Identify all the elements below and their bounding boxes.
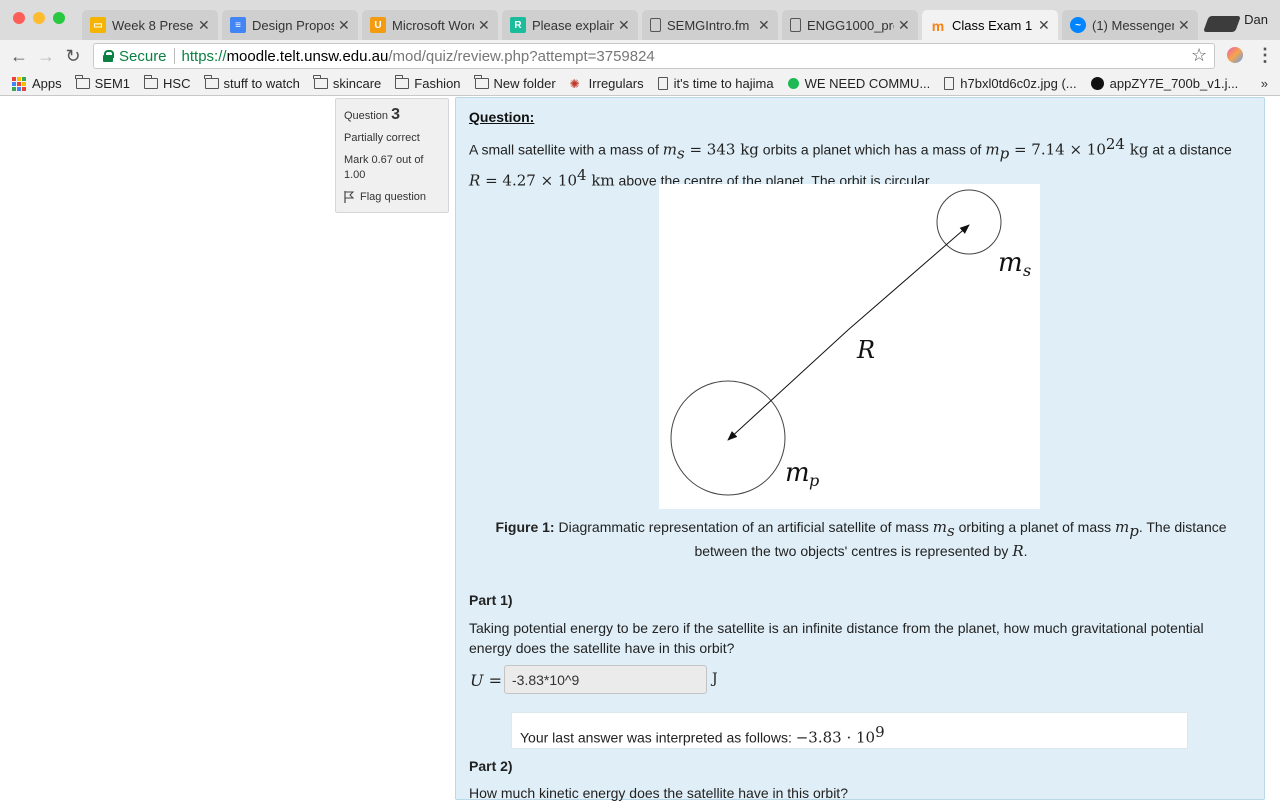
google-slides-icon: ▭ bbox=[90, 17, 106, 33]
bookmark-folder-stuff-to-watch[interactable]: stuff to watch bbox=[204, 75, 300, 91]
forward-arrow-icon[interactable]: → bbox=[36, 46, 56, 66]
spotify-icon bbox=[787, 78, 799, 89]
tab-strip: ▭ Week 8 Presen ✕ ≡ Design Propos ✕ U Mi… bbox=[0, 0, 1280, 41]
question-heading: Question: bbox=[469, 109, 535, 125]
page-icon bbox=[790, 18, 801, 32]
bookmark-folder-new-folder[interactable]: New folder bbox=[474, 75, 556, 91]
label-ms: m bbox=[998, 248, 1023, 278]
flag-question-link[interactable]: Flag question bbox=[344, 191, 440, 203]
close-tab-icon[interactable]: ✕ bbox=[618, 17, 630, 34]
bookmark-folder-skincare[interactable]: skincare bbox=[313, 75, 381, 91]
close-tab-icon[interactable]: ✕ bbox=[1178, 17, 1190, 34]
close-tab-icon[interactable]: ✕ bbox=[478, 17, 490, 34]
page-icon bbox=[657, 77, 668, 90]
circle-logo-icon bbox=[1090, 77, 1104, 90]
u-icon: U bbox=[370, 17, 386, 33]
orbit-figure: m s R m p bbox=[659, 184, 1040, 509]
address-bar[interactable]: Secure https://moodle.telt.unsw.edu.au/m… bbox=[93, 43, 1215, 69]
close-tab-icon[interactable]: ✕ bbox=[758, 17, 770, 34]
bookmark-star-icon[interactable]: ☆ bbox=[1191, 45, 1207, 66]
zoom-window-button[interactable] bbox=[53, 12, 65, 24]
answer-interpretation-feedback: Your last answer was interpreted as foll… bbox=[511, 712, 1188, 749]
bookmark-appzy7e[interactable]: appZY7E_700b_v1.j... bbox=[1090, 76, 1238, 91]
question-state: Partially correct bbox=[344, 132, 420, 144]
part1-heading: Part 1) bbox=[469, 592, 513, 608]
label-mp: m bbox=[785, 458, 810, 488]
question-content: Question: A small satellite with a mass … bbox=[455, 97, 1265, 801]
close-tab-icon[interactable]: ✕ bbox=[1038, 17, 1050, 34]
bookmark-hajima[interactable]: it's time to hajima bbox=[657, 76, 774, 91]
part1-text: Taking potential energy to be zero if th… bbox=[469, 620, 1204, 656]
orbit-diagram: m s R m p bbox=[670, 189, 1031, 496]
moodle-icon: m bbox=[931, 17, 945, 34]
close-tab-icon[interactable]: ✕ bbox=[198, 17, 210, 34]
reload-icon[interactable]: ↻ bbox=[63, 46, 83, 66]
tab-design-proposal[interactable]: ≡ Design Propos ✕ bbox=[222, 10, 358, 40]
close-window-button[interactable] bbox=[13, 12, 25, 24]
question-grade: Mark 0.67 out of 1.00 bbox=[344, 154, 424, 181]
bookmark-irregulars[interactable]: ✺ Irregulars bbox=[570, 76, 644, 91]
menu-kebab-icon[interactable]: ⋮ bbox=[1256, 45, 1274, 66]
tab-messenger[interactable]: ~ (1) Messenger ✕ bbox=[1062, 10, 1198, 40]
planet-circle bbox=[670, 380, 786, 496]
folder-icon bbox=[143, 75, 159, 89]
bookmark-apps[interactable]: Apps bbox=[12, 76, 62, 91]
close-tab-icon[interactable]: ✕ bbox=[898, 17, 910, 34]
irregulars-icon: ✺ bbox=[569, 76, 580, 91]
label-mp-sub: p bbox=[809, 471, 819, 490]
part2-text: How much kinetic energy does the satelli… bbox=[469, 785, 848, 801]
folder-icon bbox=[204, 75, 219, 89]
tab-engg1000[interactable]: ENGG1000_pre ✕ bbox=[782, 10, 918, 40]
label-r: R bbox=[856, 336, 875, 364]
figure-caption: Figure 1: Diagrammatic representation of… bbox=[495, 518, 1227, 560]
minimize-window-button[interactable] bbox=[33, 12, 45, 24]
tab-class-exam[interactable]: m Class Exam 1 P ✕ bbox=[922, 10, 1058, 41]
flag-icon bbox=[344, 191, 354, 203]
close-tab-icon[interactable]: ✕ bbox=[338, 17, 350, 34]
secure-label: Secure bbox=[119, 47, 167, 65]
bookmarks-overflow-button[interactable]: » bbox=[1261, 76, 1268, 91]
distance-arrow-to-satellite bbox=[847, 224, 970, 331]
url-scheme: https:// bbox=[181, 47, 227, 65]
answer-variable-label: U = bbox=[470, 671, 502, 690]
part2-heading: Part 2) bbox=[469, 758, 513, 774]
folder-icon bbox=[313, 75, 328, 89]
question-number: Question 3 bbox=[344, 106, 400, 123]
bookmark-h7bxl0td6c0z[interactable]: h7bxl0td6c0z.jpg (... bbox=[944, 76, 1077, 91]
google-docs-icon: ≡ bbox=[230, 17, 246, 33]
url-host: moodle.telt.unsw.edu.au bbox=[226, 47, 389, 65]
tab-week8[interactable]: ▭ Week 8 Presen ✕ bbox=[82, 10, 218, 40]
folder-icon bbox=[474, 75, 489, 89]
page-icon bbox=[944, 77, 955, 90]
extension-icon[interactable] bbox=[1227, 47, 1243, 63]
bookmark-folder-fashion[interactable]: Fashion bbox=[394, 75, 461, 91]
label-ms-sub: s bbox=[1023, 261, 1031, 280]
distance-arrow-to-planet bbox=[727, 329, 849, 441]
messenger-icon: ~ bbox=[1070, 17, 1086, 33]
folder-icon bbox=[75, 75, 90, 89]
r-icon: R bbox=[510, 17, 526, 33]
profile-name[interactable]: Dan bbox=[1244, 12, 1268, 27]
bookmarks-bar: Apps SEM1 HSC stuff to watch skincare Fa… bbox=[0, 72, 1280, 96]
bookmark-folder-hsc[interactable]: HSC bbox=[143, 75, 191, 91]
folder-icon bbox=[394, 75, 410, 89]
divider bbox=[173, 48, 175, 64]
tab-semgintro[interactable]: SEMGIntro.fm ✕ bbox=[642, 10, 778, 40]
bookmark-we-need-commu[interactable]: WE NEED COMMU... bbox=[787, 76, 930, 91]
answer-unit: J bbox=[712, 671, 718, 687]
tab-microsoft-word[interactable]: U Microsoft Word ✕ bbox=[362, 10, 498, 40]
back-arrow-icon[interactable]: ← bbox=[9, 46, 29, 66]
bookmark-folder-sem1[interactable]: SEM1 bbox=[75, 75, 130, 91]
url-path: /mod/quiz/review.php?attempt=3759824 bbox=[388, 47, 655, 65]
tab-please-explain[interactable]: R Please explain ✕ bbox=[502, 10, 638, 40]
part1-answer-input[interactable] bbox=[504, 665, 707, 694]
question-info-box: Question 3 Partially correct Mark 0.67 o… bbox=[335, 98, 449, 213]
new-tab-button[interactable] bbox=[1203, 16, 1241, 32]
page-icon bbox=[650, 18, 661, 32]
apps-grid-icon bbox=[12, 76, 26, 91]
lock-icon bbox=[103, 50, 114, 62]
